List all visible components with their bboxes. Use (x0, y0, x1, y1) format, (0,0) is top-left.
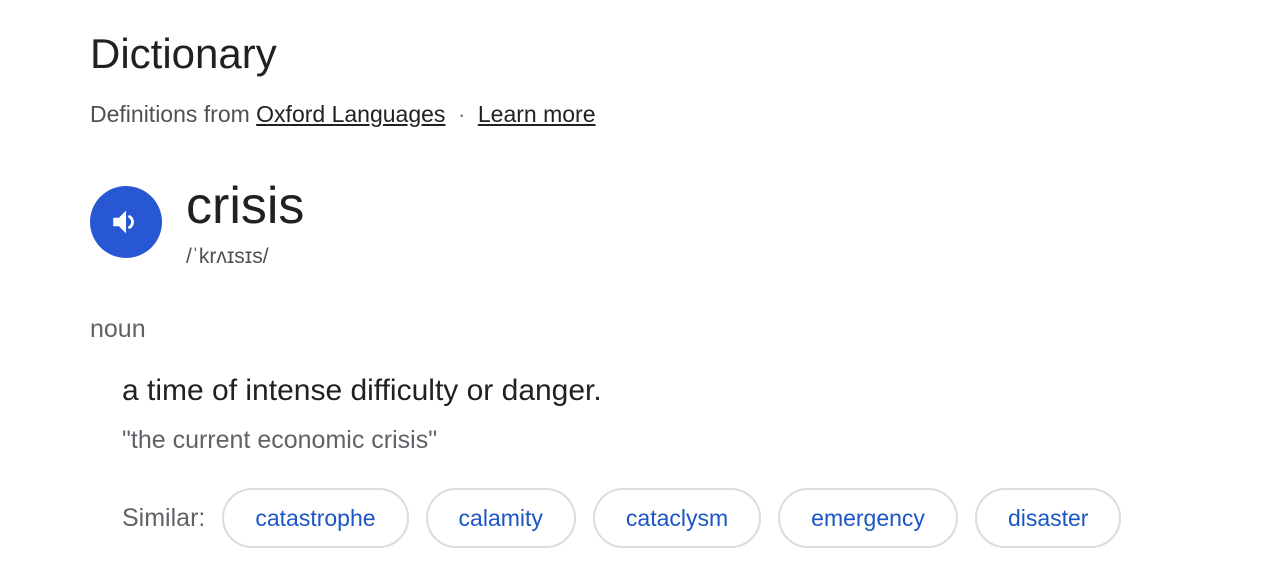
definition-source: Definitions from Oxford Languages · Lear… (90, 99, 596, 129)
part-of-speech: noun (90, 315, 146, 343)
speaker-icon (113, 210, 134, 234)
similar-chip-disaster[interactable]: disaster (974, 488, 1122, 548)
source-separator: · (457, 101, 466, 127)
similar-chip-catastrophe[interactable]: catastrophe (222, 488, 409, 548)
similar-words: Similar: catastrophe calamity cataclysm … (122, 488, 1122, 548)
source-prefix: Definitions from (90, 101, 250, 127)
similar-label: Similar: (122, 503, 206, 532)
headword: crisis (186, 177, 305, 235)
phonetic-spelling: /ˈkrʌɪsɪs/ (186, 245, 269, 268)
dictionary-title: Dictionary (90, 30, 277, 77)
oxford-languages-link[interactable]: Oxford Languages (256, 101, 445, 127)
similar-chip-cataclysm[interactable]: cataclysm (592, 488, 762, 548)
pronunciation-button[interactable] (90, 186, 162, 258)
similar-chip-emergency[interactable]: emergency (778, 488, 958, 548)
definition-text: a time of intense difficulty or danger. (122, 374, 602, 407)
similar-chip-calamity[interactable]: calamity (425, 488, 576, 548)
learn-more-link[interactable]: Learn more (478, 101, 596, 127)
example-sentence: "the current economic crisis" (122, 426, 438, 454)
